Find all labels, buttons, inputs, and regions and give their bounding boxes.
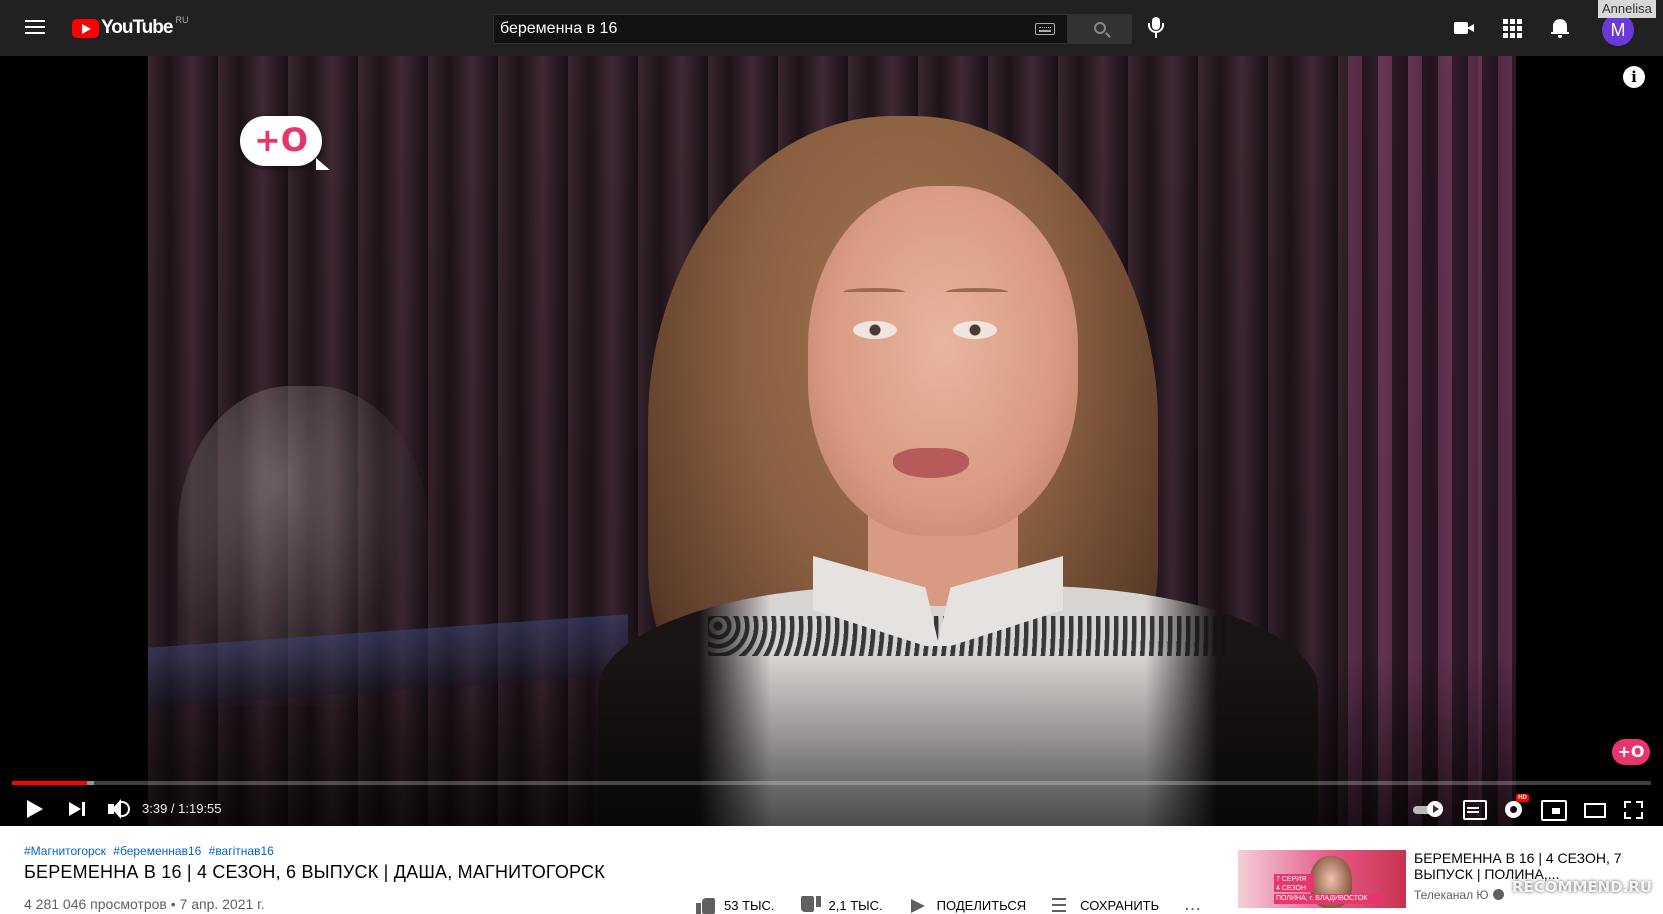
recommended-channel-name: Телеканал Ю bbox=[1414, 888, 1489, 902]
channel-logo: +O bbox=[240, 116, 330, 170]
settings-icon[interactable]: HD bbox=[1502, 791, 1529, 826]
subtitles-icon[interactable] bbox=[1462, 791, 1487, 826]
info-icon[interactable]: i bbox=[1623, 66, 1645, 88]
thumbnail-city-tag: ПОЛИНА, г. ВЛАДИВОСТОК bbox=[1274, 894, 1384, 904]
video-title: БЕРЕМЕННА В 16 | 4 СЕЗОН, 6 ВЫПУСК | ДАШ… bbox=[24, 862, 605, 882]
camera-body bbox=[1454, 22, 1468, 34]
share-icon bbox=[909, 896, 929, 914]
progress-bar[interactable] bbox=[12, 781, 1651, 785]
left-eye bbox=[853, 321, 897, 339]
face bbox=[808, 186, 1078, 536]
video-player[interactable]: +O i +O 3:39 / 1:19:55 HD bbox=[0, 56, 1663, 826]
autoplay-knob bbox=[1427, 801, 1443, 817]
volume-icon[interactable] bbox=[106, 791, 132, 826]
search-button[interactable] bbox=[1068, 14, 1132, 44]
site-watermark: RECOMMEND.RU bbox=[1512, 878, 1653, 896]
miniplayer-icon[interactable] bbox=[1540, 791, 1567, 826]
more-icon[interactable]: ... bbox=[1185, 896, 1202, 914]
time-display: 3:39 / 1:19:55 bbox=[142, 801, 222, 816]
recommended-channel[interactable]: Телеканал Ю bbox=[1414, 888, 1504, 902]
theater-icon[interactable] bbox=[1582, 791, 1606, 826]
search-icon bbox=[1094, 22, 1106, 34]
logo-region: RU bbox=[175, 15, 189, 25]
autoplay-toggle[interactable] bbox=[1413, 791, 1443, 826]
mouth bbox=[893, 448, 969, 478]
logo-text: YouTube bbox=[101, 17, 173, 38]
left-brow bbox=[843, 288, 905, 296]
youtube-logo[interactable]: YouTube RU bbox=[72, 15, 189, 40]
thumbnail-episode-tag: 7 СЕРИЯ 4 СЕЗОН bbox=[1274, 874, 1314, 892]
apps-icon[interactable] bbox=[1500, 16, 1524, 40]
hd-badge: HD bbox=[1516, 794, 1529, 802]
save-button[interactable]: СОХРАНИТЬ bbox=[1052, 896, 1159, 914]
dislike-icon bbox=[800, 896, 821, 914]
like-icon bbox=[696, 896, 716, 914]
fullscreen-icon[interactable] bbox=[1622, 791, 1646, 826]
search-box bbox=[493, 14, 1068, 44]
branding-watermark[interactable]: +O bbox=[1612, 739, 1650, 765]
hashtag-link[interactable]: #вагітнав16 bbox=[209, 844, 274, 858]
like-count: 53 ТЫС. bbox=[724, 897, 775, 913]
keyboard-icon[interactable] bbox=[1035, 23, 1055, 35]
gear-icon bbox=[1505, 801, 1522, 818]
sound-wave bbox=[120, 801, 130, 817]
video-meta: 4 281 046 просмотров • 7 апр. 2021 г. bbox=[24, 896, 265, 912]
masthead: YouTube RU M Annelisa bbox=[0, 0, 1663, 56]
video-info: #Магнитогорск #беременнав16 #вагітнав16 … bbox=[0, 826, 1663, 914]
verified-icon bbox=[1492, 889, 1504, 900]
action-bar: 53 ТЫС. 2,1 ТЫС. ПОДЕЛИТЬСЯ СОХРАНИТЬ ..… bbox=[696, 896, 1202, 914]
mic-stand bbox=[1148, 23, 1164, 33]
hashtags: #Магнитогорск #беременнав16 #вагітнав16 bbox=[24, 844, 278, 858]
menu-icon[interactable] bbox=[22, 16, 48, 40]
right-brow bbox=[946, 288, 1008, 296]
bell-rim bbox=[1551, 32, 1569, 34]
hashtag-link[interactable]: #Магнитогорск bbox=[24, 844, 106, 858]
bell-body bbox=[1553, 19, 1567, 33]
camera-lens bbox=[1467, 24, 1474, 32]
search-input[interactable] bbox=[494, 15, 1014, 43]
avatar[interactable]: M bbox=[1602, 14, 1634, 46]
create-video-icon[interactable] bbox=[1452, 16, 1476, 40]
hashtag-link[interactable]: #беременнав16 bbox=[113, 844, 201, 858]
right-eye bbox=[953, 321, 997, 339]
next-button[interactable] bbox=[66, 791, 88, 826]
save-icon bbox=[1052, 896, 1072, 914]
progress-played bbox=[12, 781, 88, 785]
youtube-play-icon bbox=[72, 18, 99, 38]
bell-clapper bbox=[1558, 35, 1562, 38]
like-button[interactable]: 53 ТЫС. bbox=[696, 896, 775, 914]
mic-base bbox=[1155, 33, 1157, 38]
dislike-count: 2,1 ТЫС. bbox=[828, 897, 883, 913]
channel-logo-text: +O bbox=[253, 121, 308, 159]
recommended-thumbnail[interactable]: 7 СЕРИЯ 4 СЕЗОН ПОЛИНА, г. ВЛАДИВОСТОК bbox=[1238, 850, 1406, 908]
voice-search-button[interactable] bbox=[1145, 14, 1167, 42]
share-button[interactable]: ПОДЕЛИТЬСЯ bbox=[909, 896, 1026, 914]
save-label: СОХРАНИТЬ bbox=[1080, 897, 1160, 913]
user-name-tag: Annelisa bbox=[1598, 0, 1656, 18]
bell-icon[interactable] bbox=[1548, 16, 1572, 40]
play-button[interactable] bbox=[24, 791, 46, 826]
share-label: ПОДЕЛИТЬСЯ bbox=[936, 897, 1027, 913]
dislike-button[interactable]: 2,1 ТЫС. bbox=[800, 896, 883, 914]
